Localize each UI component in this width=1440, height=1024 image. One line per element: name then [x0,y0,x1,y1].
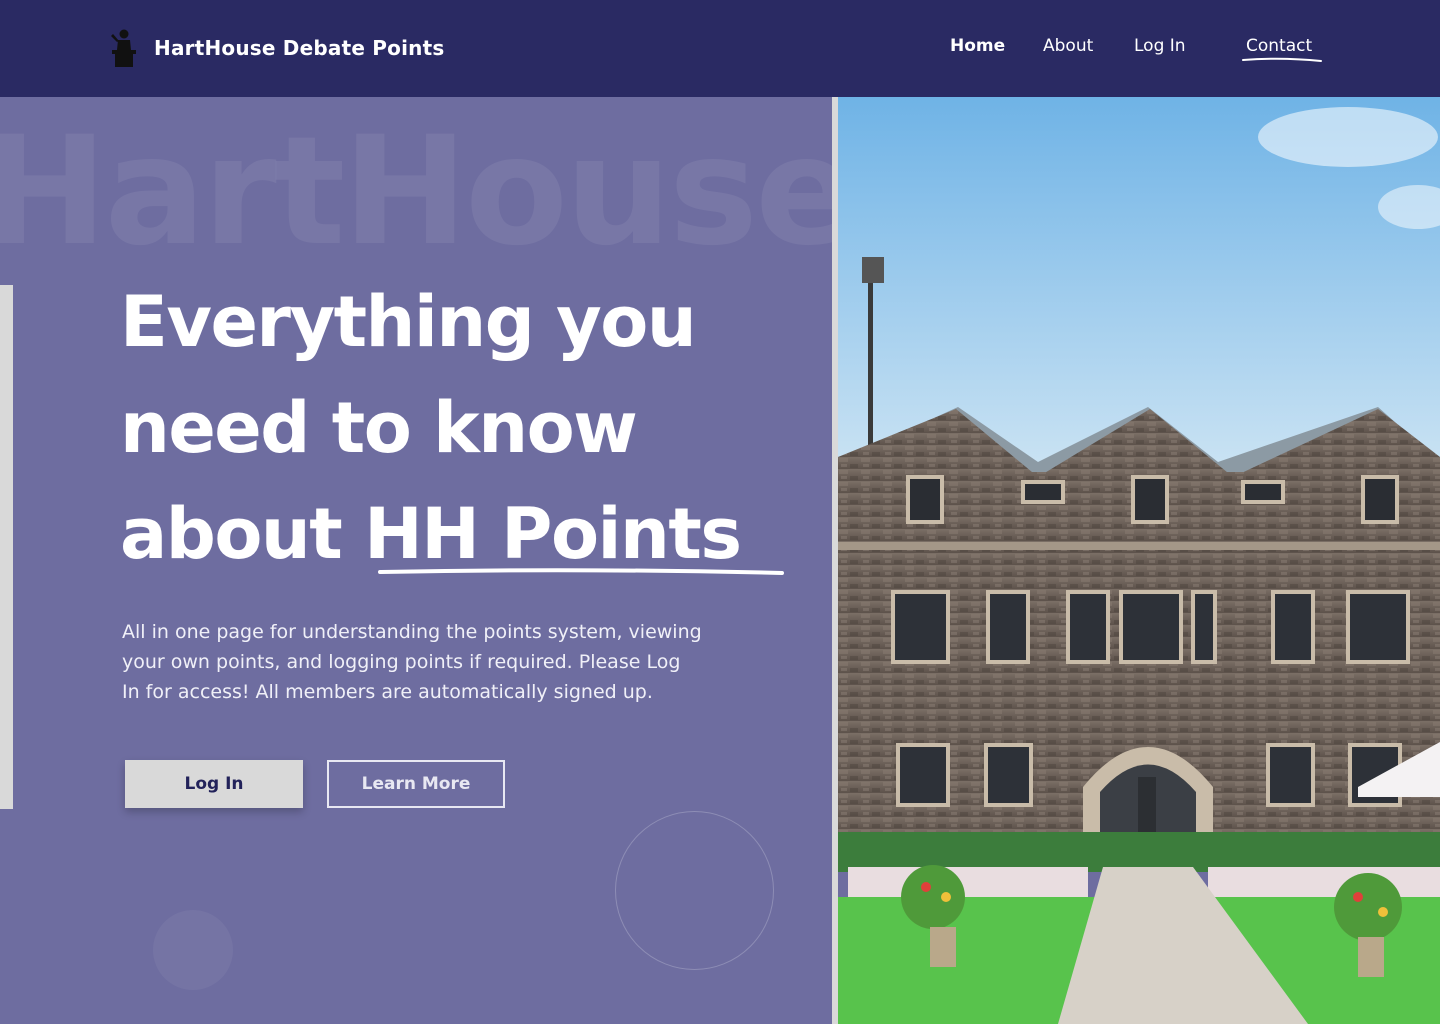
hero-headline: Everything you need to know about HH Poi… [120,269,820,587]
top-navigation-bar: HartHouse Debate Points Home About Log I… [0,0,1440,97]
hero-description: All in one page for understanding the po… [122,621,702,703]
headline-line-2: need to know [120,387,638,469]
debate-podium-icon [111,29,136,67]
nav-home-link[interactable]: Home [950,36,1005,62]
hero-login-button[interactable]: Log In [125,760,303,808]
brand-name: HartHouse Debate Points [154,36,445,60]
nav-about-link[interactable]: About [1043,36,1093,62]
contact-underline-decoration [1242,57,1322,62]
hero-side-accent-bar [0,285,13,809]
learn-more-button[interactable]: Learn More [327,760,505,808]
brand-logo-link[interactable]: HartHouse Debate Points [108,28,444,68]
hero-watermark-text: HartHouse [0,105,832,279]
decorative-circle [153,910,233,990]
hart-house-photo [838,97,1440,1024]
headline-line-1: Everything you [120,281,697,363]
headline-line-3-prefix: about [120,493,365,575]
nav-login-link[interactable]: Log In [1134,36,1186,62]
headline-emphasis: HH Points [364,493,742,575]
headline-underline-decoration [378,568,784,575]
building-illustration [838,97,1440,1024]
hero-section: HartHouse Everything you need to know ab… [0,97,832,1024]
decorative-ring [615,811,774,970]
